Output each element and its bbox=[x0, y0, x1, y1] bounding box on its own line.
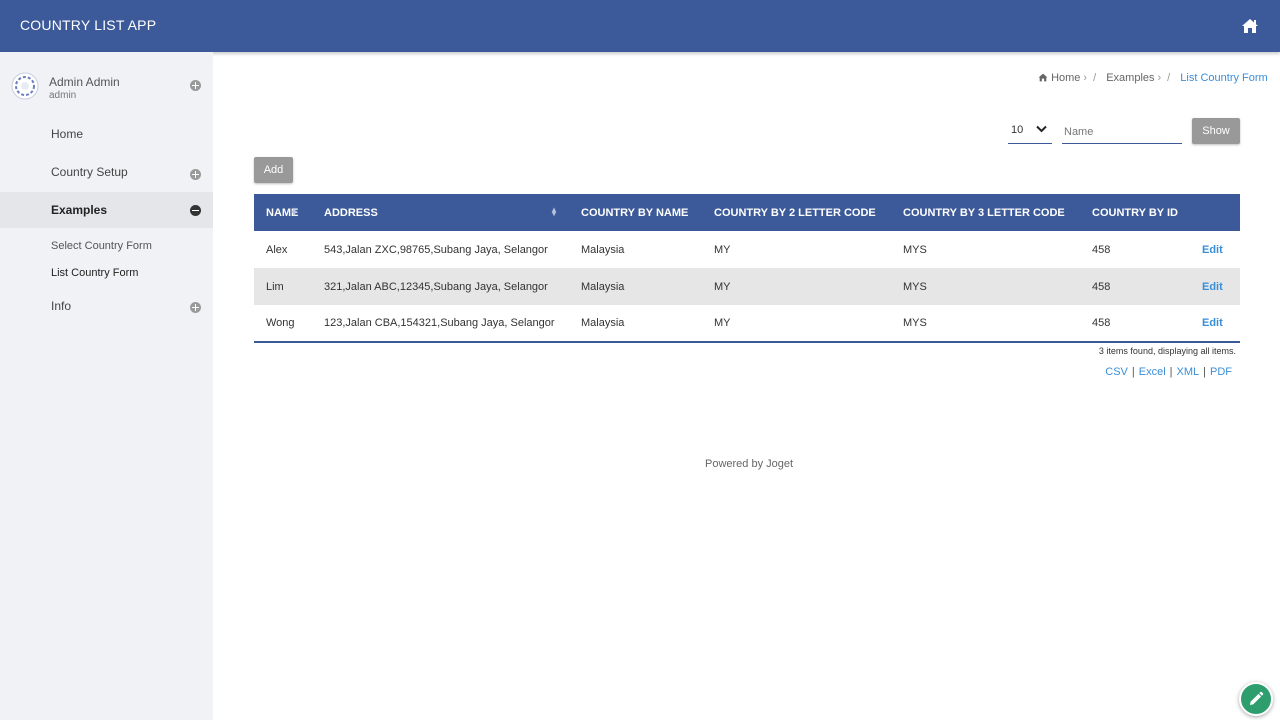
sidebar-subitem-list-country-form[interactable]: List Country Form bbox=[51, 267, 138, 279]
user-role: admin bbox=[49, 90, 77, 101]
sidebar-item-label: Country Setup bbox=[51, 165, 128, 179]
cell-id: 458 bbox=[1092, 317, 1111, 329]
cell-code3: MYS bbox=[903, 317, 927, 329]
cell-address: 543,Jalan ZXC,98765,Subang Jaya, Selango… bbox=[324, 243, 548, 256]
home-button[interactable] bbox=[1232, 8, 1268, 44]
export-csv-link[interactable]: CSV bbox=[1105, 366, 1128, 378]
cell-code3: MYS bbox=[903, 280, 927, 293]
expand-icon[interactable] bbox=[190, 169, 201, 180]
name-filter-input[interactable] bbox=[1062, 120, 1182, 144]
cell-code2: MY bbox=[714, 243, 731, 256]
cell-code2: MY bbox=[714, 280, 731, 293]
top-bar: COUNTRY LIST APP bbox=[0, 0, 1280, 52]
column-header-address[interactable]: ADDRESS ▴ ▾ bbox=[312, 194, 569, 231]
edit-link[interactable]: Edit bbox=[1202, 244, 1223, 256]
sidebar-item-label: Examples bbox=[51, 203, 108, 217]
chevron-down-icon bbox=[1036, 125, 1047, 133]
export-links: CSV | Excel | XML | PDF bbox=[1105, 366, 1232, 378]
column-header-actions bbox=[1190, 194, 1240, 231]
column-header-country-by-2-letter-code[interactable]: COUNTRY BY 2 LETTER CODE bbox=[702, 194, 891, 231]
cell-address: 123,Jalan CBA,154321,Subang Jaya, Selang… bbox=[324, 317, 555, 329]
export-xml-link[interactable]: XML bbox=[1177, 366, 1200, 378]
powered-by: Powered by Joget bbox=[705, 458, 794, 470]
cell-name: Lim bbox=[266, 280, 284, 293]
page-size-value: 10 bbox=[1011, 124, 1024, 136]
cell-country: Malaysia bbox=[581, 243, 625, 256]
sidebar: Admin Admin admin Home Country Setup Exa… bbox=[0, 52, 213, 720]
breadcrumb-examples[interactable]: Examples bbox=[1106, 72, 1154, 84]
edit-fab-button[interactable] bbox=[1239, 682, 1273, 716]
sidebar-item-country-setup[interactable]: Country Setup bbox=[0, 154, 213, 190]
country-table: NAME ▴ ▾ ADDRESS ▴ ▾ COUNTRY BY NAME COUNTRY… bbox=[254, 194, 1240, 343]
column-header-country-by-3-letter-code[interactable]: COUNTRY BY 3 LETTER CODE bbox=[891, 194, 1080, 231]
sidebar-subitem-select-country-form[interactable]: Select Country Form bbox=[51, 240, 152, 252]
breadcrumb: Home › / Examples › / List Country Form bbox=[1038, 72, 1268, 84]
cell-id: 458 bbox=[1092, 243, 1111, 256]
home-icon bbox=[1242, 19, 1258, 33]
show-button[interactable]: Show bbox=[1192, 118, 1240, 144]
sidebar-item-info[interactable]: Info bbox=[0, 288, 213, 324]
table-row: Wong 123,Jalan CBA,154321,Subang Jaya, S… bbox=[254, 305, 1240, 342]
sidebar-item-examples[interactable]: Examples bbox=[0, 192, 213, 228]
breadcrumb-home[interactable]: Home bbox=[1051, 72, 1080, 84]
cell-country: Malaysia bbox=[581, 317, 625, 329]
collapse-icon[interactable] bbox=[190, 205, 201, 216]
app-title: COUNTRY LIST APP bbox=[20, 17, 157, 33]
export-pdf-link[interactable]: PDF bbox=[1210, 366, 1232, 378]
cell-name: Wong bbox=[266, 317, 295, 329]
cell-address: 321,Jalan ABC,12345,Subang Jaya, Selango… bbox=[324, 280, 548, 293]
pencil-icon bbox=[1250, 691, 1264, 705]
cell-code3: MYS bbox=[903, 243, 927, 256]
column-header-name[interactable]: NAME ▴ ▾ bbox=[254, 194, 312, 231]
home-icon bbox=[1038, 73, 1048, 82]
column-header-country-by-name[interactable]: COUNTRY BY NAME bbox=[569, 194, 702, 231]
export-excel-link[interactable]: Excel bbox=[1139, 366, 1166, 378]
edit-link[interactable]: Edit bbox=[1202, 317, 1223, 329]
sort-icon: ▴ ▾ bbox=[552, 205, 557, 218]
user-profile[interactable]: Admin Admin admin bbox=[0, 70, 213, 106]
user-name: Admin Admin bbox=[49, 75, 120, 89]
sidebar-item-home[interactable]: Home bbox=[0, 116, 213, 152]
avatar bbox=[11, 72, 39, 100]
sort-icon: ▴ ▾ bbox=[292, 205, 297, 218]
sidebar-item-label: Home bbox=[51, 127, 84, 141]
edit-link[interactable]: Edit bbox=[1202, 281, 1223, 293]
column-header-country-by-id[interactable]: COUNTRY BY ID bbox=[1080, 194, 1190, 231]
cell-id: 458 bbox=[1092, 280, 1111, 293]
cell-code2: MY bbox=[714, 317, 731, 329]
add-button[interactable]: Add bbox=[254, 157, 293, 183]
table-row: Alex 543,Jalan ZXC,98765,Subang Jaya, Se… bbox=[254, 231, 1240, 268]
expand-icon[interactable] bbox=[190, 302, 201, 313]
sidebar-item-label: Info bbox=[51, 299, 72, 313]
page-size-select[interactable]: 10 bbox=[1008, 120, 1052, 144]
table-header: NAME ▴ ▾ ADDRESS ▴ ▾ COUNTRY BY NAME COUNTRY… bbox=[254, 194, 1240, 231]
cell-country: Malaysia bbox=[581, 280, 625, 293]
table-row: Lim 321,Jalan ABC,12345,Subang Jaya, Sel… bbox=[254, 268, 1240, 305]
user-expand-icon[interactable] bbox=[190, 80, 201, 91]
items-found-summary: 3 items found, displaying all items. bbox=[1098, 346, 1236, 356]
breadcrumb-current: List Country Form bbox=[1180, 72, 1268, 84]
cell-name: Alex bbox=[266, 243, 288, 256]
